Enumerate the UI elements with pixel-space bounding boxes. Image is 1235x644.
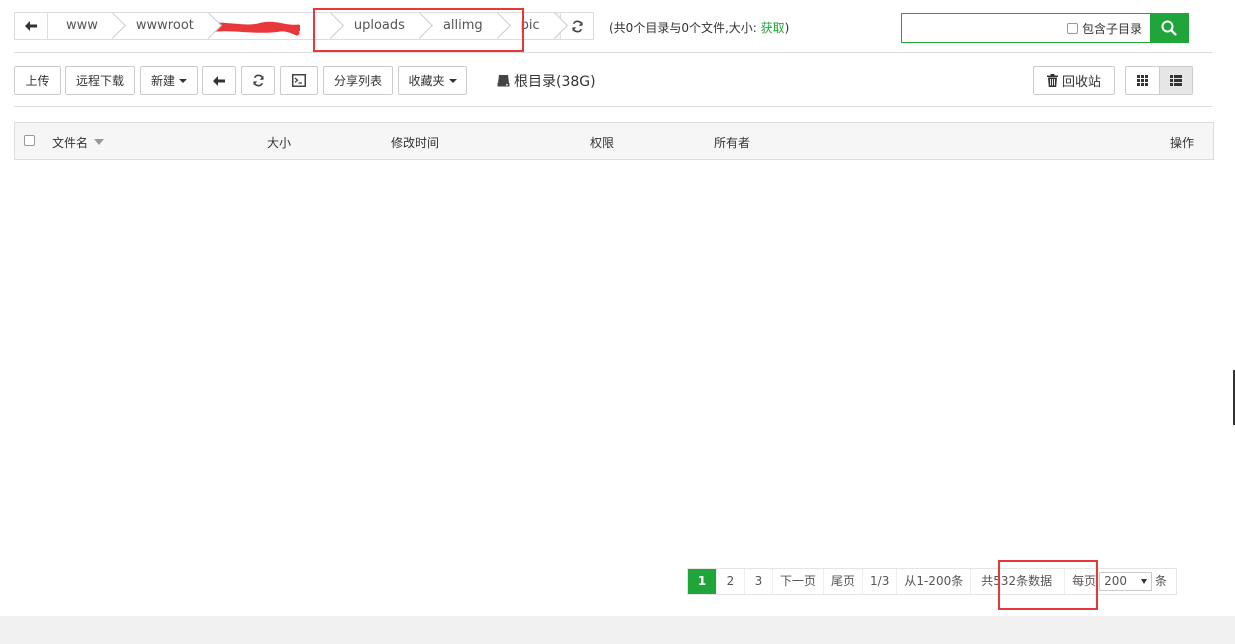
column-permissions[interactable]: 权限: [590, 134, 614, 151]
sort-caret-icon: [94, 139, 105, 145]
new-dropdown-button[interactable]: 新建: [140, 66, 198, 95]
column-size[interactable]: 大小: [267, 134, 291, 151]
page-of-indicator: 1/3: [863, 569, 898, 594]
include-subdirs-option[interactable]: 包含子目录: [1066, 14, 1150, 42]
caret-down-icon: [448, 78, 457, 83]
breadcrumb-item-www[interactable]: www: [48, 13, 114, 39]
grid-icon: [1137, 75, 1148, 86]
search-icon: [1161, 20, 1177, 36]
refresh-button[interactable]: [241, 66, 275, 95]
file-table-header: 文件名 大小 修改时间 权限 所有者 操作: [14, 122, 1214, 160]
directory-info: (共0个目录与0个文件,大小: 获取): [609, 19, 789, 36]
terminal-button[interactable]: [280, 66, 318, 95]
remote-download-button[interactable]: 远程下载: [65, 66, 135, 95]
last-page-button[interactable]: 尾页: [824, 569, 864, 594]
directory-info-text: (共0个目录与0个文件,大小:: [609, 21, 757, 35]
list-view-button[interactable]: [1159, 67, 1192, 94]
upload-button[interactable]: 上传: [14, 66, 61, 95]
next-page-button[interactable]: 下一页: [773, 569, 825, 594]
range-indicator: 从1-200条: [897, 569, 972, 594]
share-list-label: 分享列表: [333, 74, 382, 88]
trash-icon: [1046, 74, 1058, 87]
list-icon: [1170, 75, 1182, 86]
new-label: 新建: [150, 74, 175, 88]
fetch-size-link[interactable]: 获取: [761, 21, 785, 35]
highlight-box-total: [998, 560, 1098, 610]
terminal-icon: [292, 74, 306, 87]
back-arrow-icon[interactable]: [15, 13, 48, 39]
refresh-icon: [252, 74, 264, 87]
page-2[interactable]: 2: [717, 569, 745, 594]
pagination: 1 2 3 下一页 尾页 1/3 从1-200条 共532条数据 每页 200 条: [687, 568, 1178, 595]
file-list-body: [14, 160, 1214, 560]
recycle-bin-label: 回收站: [1061, 75, 1101, 90]
include-subdirs-checkbox[interactable]: [1066, 22, 1078, 34]
column-modified[interactable]: 修改时间: [391, 134, 439, 151]
page-current[interactable]: 1: [688, 569, 717, 594]
back-arrow-icon: [213, 75, 225, 86]
upload-label: 上传: [25, 74, 50, 88]
favorites-label: 收藏夹: [408, 74, 445, 88]
back-button[interactable]: [202, 66, 236, 95]
per-page-suffix: 条: [1155, 574, 1168, 588]
search-box: 包含子目录: [901, 13, 1189, 43]
chevron-down-icon: [1141, 579, 1148, 584]
footer-bar: [0, 616, 1235, 644]
remote-download-label: 远程下载: [75, 74, 124, 88]
breadcrumb-item-wwwroot[interactable]: wwwroot: [113, 13, 210, 39]
select-all-checkbox[interactable]: [24, 135, 35, 149]
grid-view-button[interactable]: [1126, 67, 1159, 94]
column-name-label: 文件名: [52, 136, 89, 150]
divider: [14, 52, 1212, 53]
search-button[interactable]: [1150, 14, 1188, 42]
directory-info-close: ): [784, 21, 790, 35]
per-page-select[interactable]: 200: [1099, 572, 1153, 591]
column-actions: 操作: [1170, 136, 1195, 150]
root-directory[interactable]: 根目录(38G): [497, 71, 596, 91]
column-name[interactable]: 文件名: [52, 134, 105, 151]
column-owner[interactable]: 所有者: [714, 134, 750, 151]
favorites-dropdown-button[interactable]: 收藏夹: [398, 66, 467, 95]
share-list-button[interactable]: 分享列表: [323, 66, 393, 95]
recycle-bin-button[interactable]: 回收站: [1033, 66, 1115, 95]
view-toggle: [1125, 66, 1193, 95]
divider: [14, 106, 1212, 107]
per-page-value: 200: [1104, 574, 1128, 588]
caret-down-icon: [179, 78, 187, 83]
hard-drive-icon: [497, 75, 510, 87]
include-subdirs-label: 包含子目录: [1081, 21, 1142, 36]
search-input[interactable]: [902, 14, 1067, 42]
page-3[interactable]: 3: [745, 569, 773, 594]
root-directory-label: 根目录(38G): [514, 74, 596, 90]
